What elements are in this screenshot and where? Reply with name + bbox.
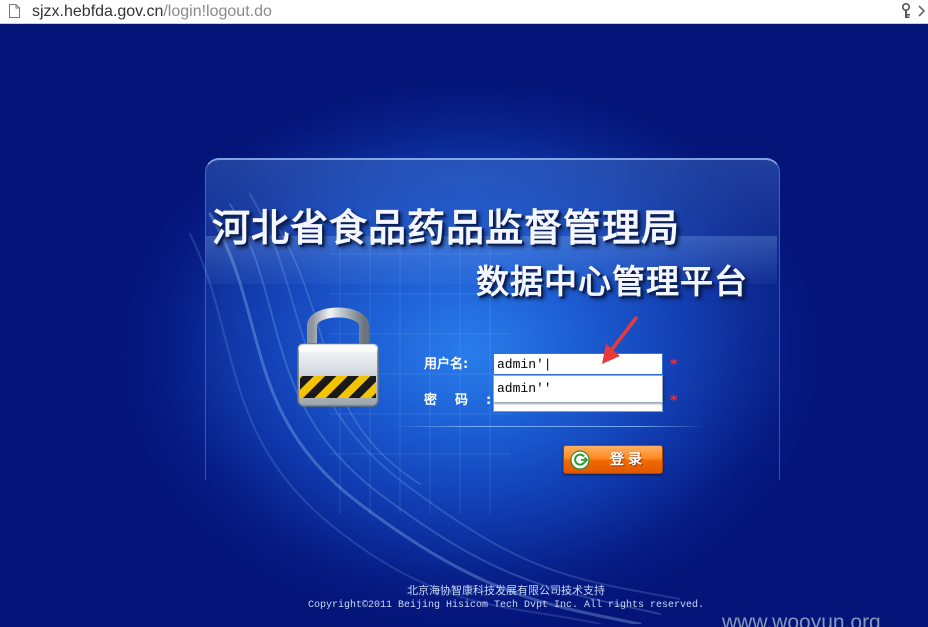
autocomplete-dropdown[interactable]: admin'' xyxy=(493,375,663,403)
padlock-icon xyxy=(297,307,379,407)
password-label-colon: : xyxy=(486,393,492,408)
username-label: 用户名: xyxy=(424,357,469,372)
overflow-arrow-icon[interactable] xyxy=(918,5,926,17)
password-label-text: 密码 xyxy=(424,393,487,408)
watermark: www.wooyun.org xyxy=(722,611,881,627)
autocomplete-suggestion[interactable]: admin'' xyxy=(497,381,552,397)
footer-support-text: 北京海协智康科技发展有限公司技术支持 xyxy=(407,584,605,597)
login-button[interactable]: 登录 xyxy=(563,445,663,474)
username-required-mark: * xyxy=(670,357,678,373)
page-title: 河北省食品药品监督管理局 xyxy=(212,206,681,250)
red-arrow-icon xyxy=(602,316,638,364)
form-divider xyxy=(392,426,704,427)
power-arrow-icon xyxy=(570,450,590,470)
password-label: 密码: xyxy=(424,393,491,409)
url-path: /login!logout.do xyxy=(163,3,272,20)
page-subtitle: 数据中心管理平台 xyxy=(476,262,748,301)
url-host: sjzx.hebfda.gov.cn xyxy=(32,3,164,20)
password-required-mark: * xyxy=(670,393,678,409)
login-button-label: 登录 xyxy=(610,452,646,468)
url-text[interactable]: sjzx.hebfda.gov.cn/login!logout.do xyxy=(32,2,272,22)
key-icon[interactable] xyxy=(900,3,912,19)
address-bar[interactable]: sjzx.hebfda.gov.cn/login!logout.do xyxy=(0,0,928,24)
page-icon xyxy=(9,4,20,18)
login-page: 河北省食品药品监督管理局 数据中心管理平台 用户名: 密码: admin'| a… xyxy=(0,24,928,627)
